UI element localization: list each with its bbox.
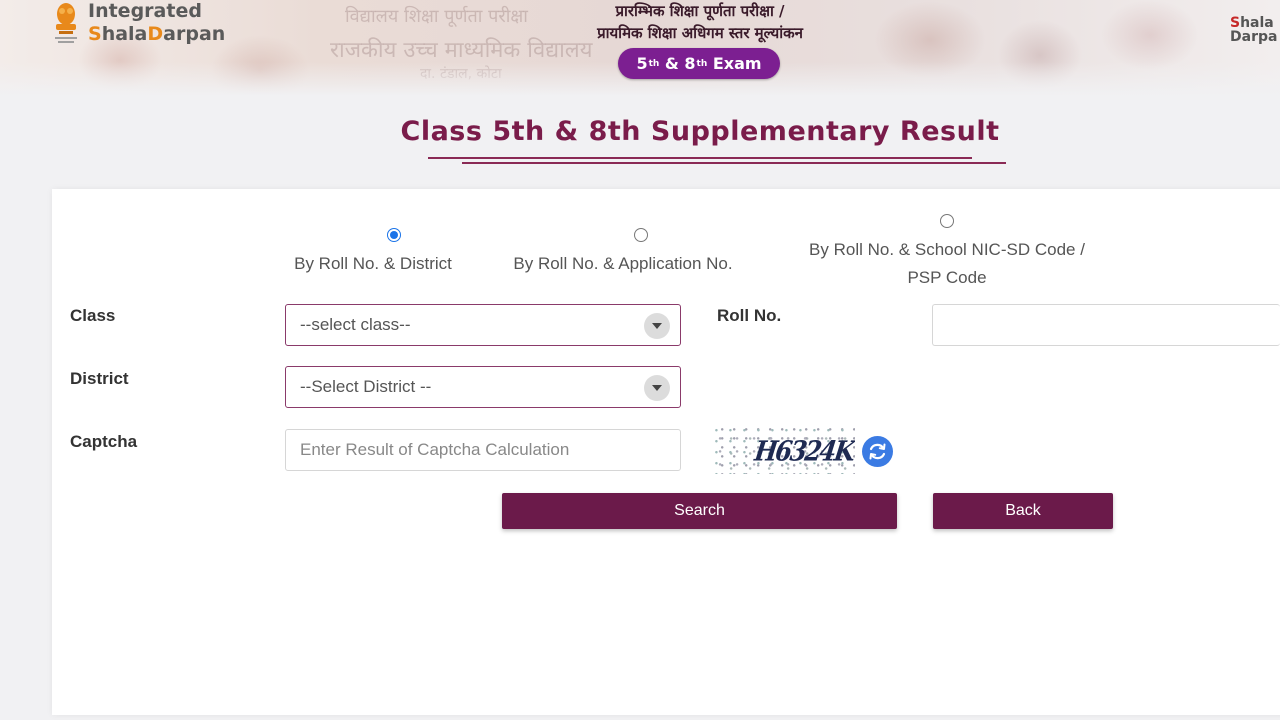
refresh-icon[interactable] bbox=[862, 436, 893, 467]
chevron-down-icon bbox=[644, 313, 670, 339]
radio-label-roll-application[interactable]: By Roll No. & Application No. bbox=[495, 250, 751, 278]
hindi-title-line-2: प्रायमिक शिक्षा अधिगम स्तर मूल्यांकन bbox=[597, 24, 803, 42]
logo-text: Integrated ShalaDarpan bbox=[88, 0, 225, 46]
hindi-exam-title: प्रारम्भिक शिक्षा पूर्णता परीक्षा / प्रा… bbox=[520, 0, 880, 44]
back-button[interactable]: Back bbox=[933, 493, 1113, 529]
shaladarpan-logo-right[interactable]: Shala Darpa bbox=[1230, 16, 1277, 44]
badge-num: 8 bbox=[684, 54, 696, 73]
radio-label-roll-district[interactable]: By Roll No. & District bbox=[270, 250, 476, 278]
badge-num: 5 bbox=[636, 54, 648, 73]
district-select[interactable]: --Select District -- bbox=[285, 366, 681, 408]
logo-word: hala bbox=[101, 23, 148, 45]
radio-label-line: PSP Code bbox=[907, 268, 987, 287]
banner-bg-text: विद्यालय शिक्षा पूर्णता परीक्षा bbox=[345, 6, 528, 27]
radio-roll-district[interactable] bbox=[387, 228, 401, 242]
captcha-text: H6324K bbox=[752, 433, 855, 468]
radio-roll-school-code[interactable] bbox=[940, 214, 954, 228]
search-button[interactable]: Search bbox=[502, 493, 897, 529]
class-select-value: --select class-- bbox=[300, 315, 411, 334]
banner-bg-text: दा. टंडाल, कोटा bbox=[420, 66, 502, 82]
roll-no-input[interactable] bbox=[932, 304, 1280, 346]
page-title: Class 5th & 8th Supplementary Result bbox=[400, 116, 1000, 147]
logo-line-1: Integrated bbox=[88, 0, 202, 22]
logo-word: arpan bbox=[163, 23, 226, 45]
captcha-input[interactable] bbox=[285, 429, 681, 471]
badge-sup: th bbox=[696, 58, 708, 69]
header-banner: विद्यालय शिक्षा पूर्णता परीक्षा राजकीय उ… bbox=[0, 0, 1280, 96]
captcha-image: H6324K bbox=[715, 428, 855, 474]
badge-amp: & bbox=[659, 54, 685, 73]
shaladarpan-logo[interactable]: Integrated ShalaDarpan bbox=[50, 0, 225, 48]
logo-line-2: ShalaDarpan bbox=[88, 23, 225, 46]
right-logo-line-1: Shala bbox=[1230, 16, 1277, 30]
chevron-down-icon bbox=[644, 375, 670, 401]
title-underline bbox=[428, 157, 972, 159]
radio-label-line: By Roll No. & School NIC-SD Code / bbox=[809, 240, 1085, 259]
logo-letter: S bbox=[88, 23, 102, 45]
captcha-label: Captcha bbox=[70, 432, 138, 451]
state-emblem-icon bbox=[55, 3, 77, 43]
badge-word: Exam bbox=[707, 54, 762, 73]
exam-badge: 5th & 8th Exam bbox=[618, 48, 780, 79]
right-logo-line-2: Darpa bbox=[1230, 29, 1278, 45]
roll-no-label: Roll No. bbox=[717, 306, 782, 325]
class-label: Class bbox=[70, 306, 116, 325]
class-select[interactable]: --select class-- bbox=[285, 304, 681, 346]
district-select-value: --Select District -- bbox=[300, 377, 432, 396]
hindi-title-line-1: प्रारम्भिक शिक्षा पूर्णता परीक्षा / bbox=[615, 2, 785, 20]
badge-sup: th bbox=[648, 58, 660, 69]
logo-letter: D bbox=[147, 23, 164, 45]
radio-label-roll-school-code[interactable]: By Roll No. & School NIC-SD Code / PSP C… bbox=[780, 236, 1114, 292]
district-label: District bbox=[70, 369, 129, 388]
title-underline bbox=[462, 162, 1006, 164]
refresh-icon-glyph bbox=[869, 443, 886, 460]
radio-roll-application[interactable] bbox=[634, 228, 648, 242]
